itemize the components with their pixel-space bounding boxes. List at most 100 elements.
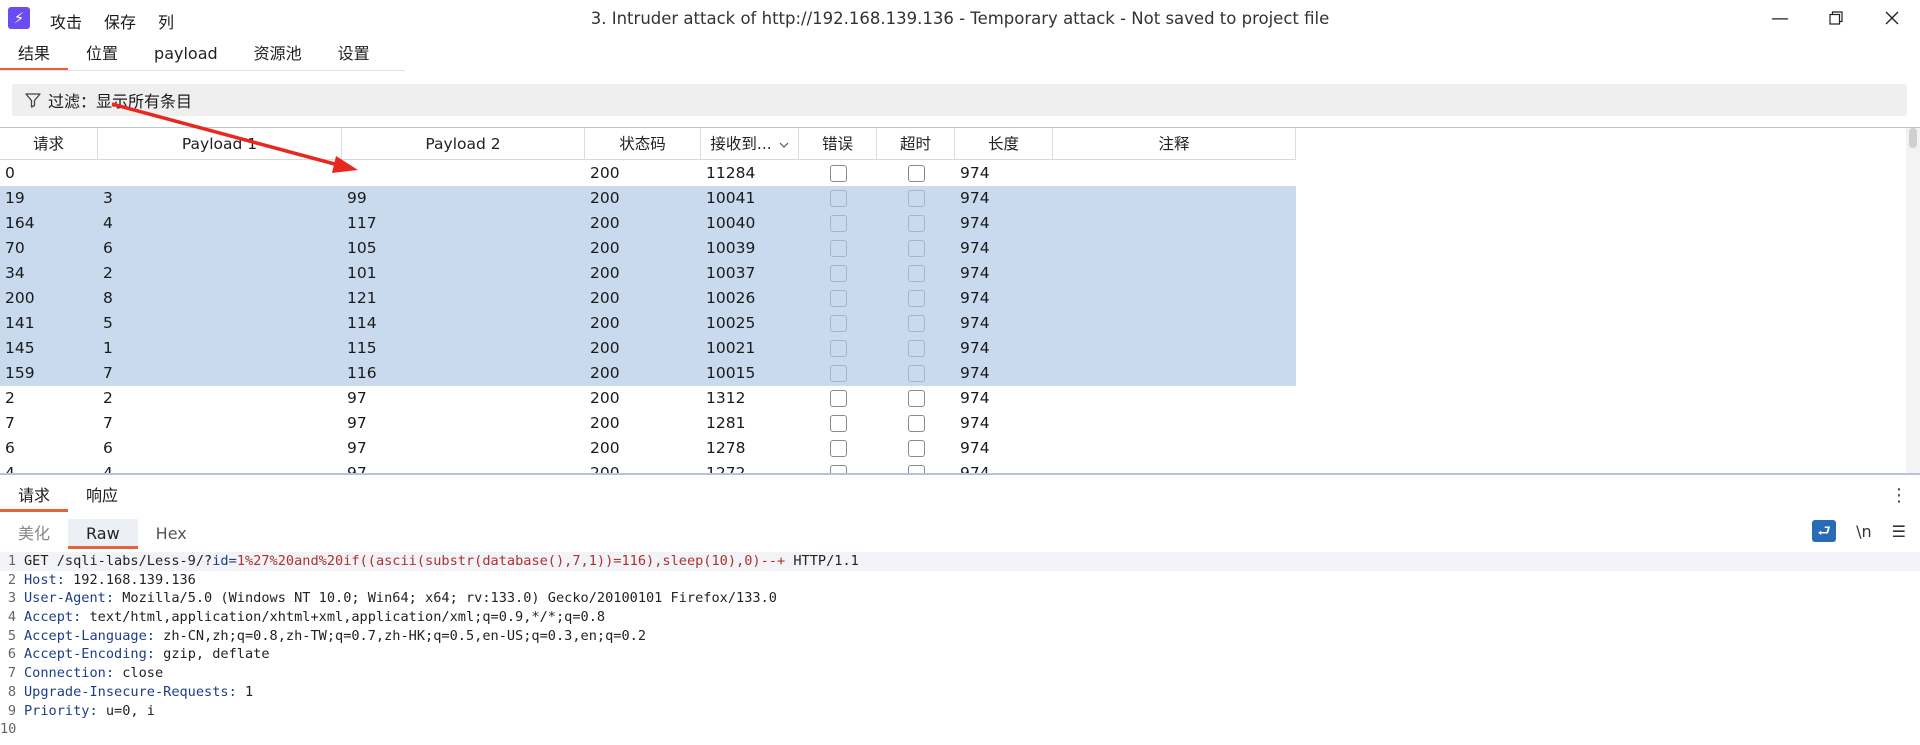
- word-wrap-icon[interactable]: ⮐: [1812, 520, 1837, 542]
- col-header-error[interactable]: 错误: [799, 128, 877, 160]
- tab-pretty[interactable]: 美化: [0, 519, 68, 549]
- table-row[interactable]: 0 200 11284 974: [0, 161, 1296, 186]
- cell-comment: [1053, 161, 1296, 186]
- close-icon[interactable]: [1864, 0, 1920, 36]
- tab-payload[interactable]: payload: [136, 40, 236, 70]
- header-name: Host:: [24, 571, 74, 588]
- col-header-payload2[interactable]: Payload 2: [342, 128, 585, 160]
- cell-status: 200: [585, 186, 701, 211]
- cell-timeout: [877, 311, 955, 336]
- error-checkbox: [829, 215, 847, 232]
- table-row[interactable]: 159 7 116 200 10015 974: [0, 361, 1296, 386]
- cell-comment: [1053, 461, 1296, 473]
- restore-icon[interactable]: [1808, 0, 1864, 36]
- cell-comment: [1053, 411, 1296, 436]
- header-name: Upgrade-Insecure-Requests:: [24, 683, 245, 700]
- table-row[interactable]: 19 3 99 200 10041 974: [0, 186, 1296, 211]
- cell-request: 19: [0, 186, 98, 211]
- cell-status: 200: [590, 414, 620, 432]
- cell-request: 164: [0, 211, 98, 236]
- table-row[interactable]: 7 7 97 200 1281 974: [0, 411, 1296, 436]
- table-row[interactable]: 164 4 117 200 10040 974: [0, 211, 1296, 236]
- more-options-icon[interactable]: ⋮: [1890, 485, 1908, 506]
- col-header-status[interactable]: 状态码: [585, 128, 701, 160]
- request-param-name: id=: [212, 553, 237, 569]
- scrollbar-thumb[interactable]: [1909, 128, 1917, 148]
- cell-comment: [1053, 336, 1296, 361]
- cell-status: 200: [585, 311, 701, 336]
- cell-status: 200: [585, 236, 701, 261]
- table-row[interactable]: 6 6 97 200 1278 974: [0, 436, 1296, 461]
- cell-length: 974: [955, 286, 1053, 311]
- error-checkbox: [829, 465, 847, 473]
- col-header-timeout[interactable]: 超时: [877, 128, 955, 160]
- col-header-received[interactable]: 接收到...: [701, 128, 799, 160]
- table-row[interactable]: 141 5 114 200 10025 974: [0, 311, 1296, 336]
- table-row[interactable]: 70 6 105 200 10039 974: [0, 236, 1296, 261]
- tab-settings[interactable]: 设置: [320, 40, 388, 70]
- cell-error: [799, 311, 877, 336]
- cell-request: 141: [0, 311, 98, 336]
- col-header-request[interactable]: 请求: [0, 128, 98, 160]
- window-controls: —: [1752, 0, 1920, 36]
- tab-request[interactable]: 请求: [0, 480, 69, 512]
- col-header-payload1[interactable]: Payload 1: [98, 128, 342, 160]
- minimize-icon[interactable]: —: [1752, 0, 1808, 36]
- hamburger-menu-icon[interactable]: ☰: [1892, 522, 1906, 541]
- cell-payload2: 101: [342, 261, 585, 286]
- cell-length: 974: [955, 236, 1053, 261]
- cell-payload1: 7: [103, 414, 113, 432]
- cell-error: [799, 261, 877, 286]
- request-method-path: GET /sqli-labs/Less-9/?: [24, 553, 213, 569]
- line-number: 2: [7, 571, 16, 588]
- table-row[interactable]: 34 2 101 200 10037 974: [0, 261, 1296, 286]
- col-header-comment[interactable]: 注释: [1053, 128, 1296, 160]
- cell-payload1: 3: [98, 186, 342, 211]
- tab-hex[interactable]: Hex: [138, 519, 205, 549]
- table-row[interactable]: 200 8 121 200 10026 974: [0, 286, 1296, 311]
- tab-results[interactable]: 结果: [0, 40, 69, 71]
- cell-payload2: 115: [342, 336, 585, 361]
- cell-length: 974: [955, 361, 1053, 386]
- cell-error: [799, 211, 877, 236]
- timeout-checkbox: [907, 265, 925, 282]
- error-checkbox: [829, 165, 847, 182]
- cell-request: 4: [5, 464, 15, 475]
- col-header-length[interactable]: 长度: [955, 128, 1053, 160]
- request-line: 1 GET /sqli-labs/Less-9/? id= 1%27%20and%2…: [0, 552, 1920, 571]
- table-header: 请求 Payload 1 Payload 2 状态码 接收到... 错误 超时 …: [0, 128, 1296, 160]
- error-checkbox: [829, 315, 847, 332]
- cell-comment: [1053, 436, 1296, 461]
- show-newlines-button[interactable]: \n: [1856, 522, 1872, 541]
- tab-raw[interactable]: Raw: [68, 519, 138, 549]
- cell-received: 1281: [706, 414, 746, 432]
- cell-request: 0: [5, 164, 15, 182]
- tab-resource-pool[interactable]: 资源池: [236, 40, 320, 70]
- cell-status: 200: [590, 439, 620, 457]
- cell-length: 974: [955, 261, 1053, 286]
- header-line: 6 Accept-Encoding: gzip, deflate: [0, 645, 1920, 664]
- cell-request: 145: [0, 336, 98, 361]
- cell-comment: [1053, 186, 1296, 211]
- cell-request: 7: [5, 414, 15, 432]
- table-scrollbar[interactable]: [1906, 128, 1920, 473]
- error-checkbox: [829, 365, 847, 382]
- error-checkbox: [829, 390, 847, 407]
- tab-response[interactable]: 响应: [68, 480, 136, 510]
- cell-length: 974: [960, 389, 990, 407]
- timeout-checkbox: [907, 315, 925, 332]
- table-row[interactable]: 4 4 97 200 1272 974: [0, 461, 1296, 475]
- table-row[interactable]: 2 2 97 200 1312 974: [0, 386, 1296, 411]
- filter-bar[interactable]: 过滤：显示所有条目: [12, 84, 1907, 116]
- table-row[interactable]: 145 1 115 200 10021 974: [0, 336, 1296, 361]
- cell-received: 11284: [706, 164, 756, 182]
- cell-payload1: [98, 161, 342, 186]
- tab-positions[interactable]: 位置: [68, 40, 136, 70]
- cell-comment: [1053, 261, 1296, 286]
- cell-timeout: [877, 261, 955, 286]
- timeout-checkbox: [907, 340, 925, 357]
- header-name: Priority:: [24, 702, 106, 719]
- request-editor[interactable]: 1 GET /sqli-labs/Less-9/? id= 1%27%20and%2…: [0, 552, 1920, 745]
- filter-label: 过滤：显示所有条目: [48, 92, 193, 111]
- request-protocol: HTTP/1.1: [785, 553, 859, 569]
